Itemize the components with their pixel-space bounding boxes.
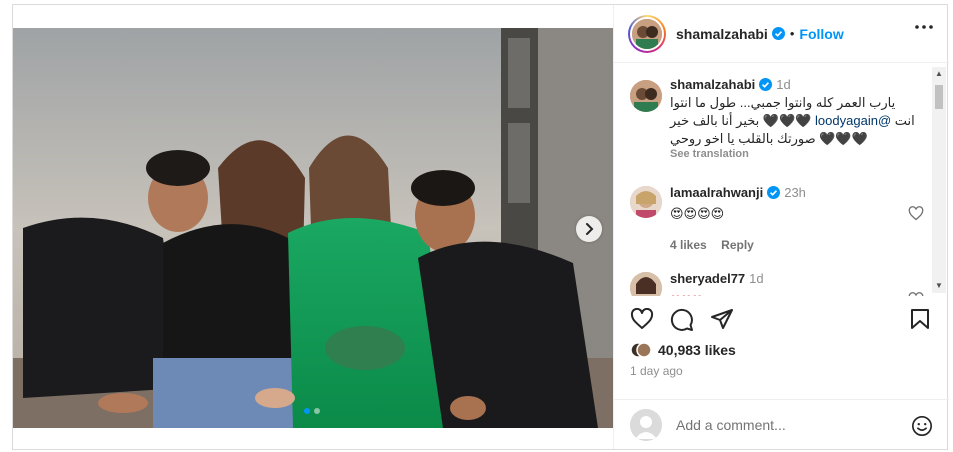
post-actions bbox=[614, 301, 949, 341]
see-translation-link[interactable]: See translation bbox=[670, 148, 920, 160]
heart-icon[interactable] bbox=[908, 206, 924, 221]
scrollbar-thumb[interactable] bbox=[935, 85, 943, 109]
emoji-icon[interactable] bbox=[911, 415, 933, 437]
chevron-right-icon bbox=[586, 223, 594, 235]
author-avatar-ring[interactable] bbox=[628, 14, 666, 53]
author-username[interactable]: shamalzahabi bbox=[676, 26, 768, 42]
caption-line-2-suffix: 🖤🖤🖤 بخير أنا بالف خير bbox=[670, 113, 816, 128]
scroll-down-icon[interactable]: ▼ bbox=[935, 282, 943, 290]
heart-icon[interactable] bbox=[630, 308, 654, 330]
caption-comment: shamalzahabi 1d يارب العمر كله وانتوا جمب… bbox=[630, 76, 930, 166]
post-side-panel: shamalzahabi • Follow shamalzahabi 1d يا… bbox=[613, 5, 949, 449]
comment-author[interactable]: sheryadel77 bbox=[670, 271, 745, 286]
heart-icon[interactable] bbox=[908, 292, 924, 296]
avatar[interactable] bbox=[630, 80, 662, 112]
comment-icon[interactable] bbox=[670, 308, 694, 332]
caption-line-2: انت @loodyagain 🖤🖤🖤 بخير أنا بالف خير bbox=[670, 112, 920, 130]
likes-count[interactable]: 40,983 likes bbox=[658, 342, 736, 358]
post-header: shamalzahabi • Follow bbox=[614, 5, 949, 63]
add-comment-bar bbox=[614, 399, 949, 449]
comment-item: lamaalrahwanji 23h 😍😍😍😍 4 likes Reply bbox=[630, 184, 930, 254]
follow-button[interactable]: Follow bbox=[799, 26, 843, 42]
caption-time[interactable]: 1d bbox=[776, 77, 790, 92]
post-date[interactable]: 1 day ago bbox=[630, 364, 683, 378]
scroll-up-icon[interactable]: ▲ bbox=[935, 70, 943, 78]
caption-body: shamalzahabi 1d يارب العمر كله وانتوا جمب… bbox=[670, 76, 920, 160]
caption-line-1: يارب العمر كله وانتوا جمبي... طول ما انت… bbox=[670, 95, 896, 110]
post-photo[interactable] bbox=[13, 28, 613, 428]
comment-likes[interactable]: 4 likes bbox=[670, 238, 707, 252]
comments-list[interactable]: shamalzahabi 1d يارب العمر كله وانتوا جمب… bbox=[614, 64, 949, 296]
avatar bbox=[630, 16, 664, 51]
carousel-dot bbox=[304, 408, 310, 414]
comment-text: 😍😍😍😍 bbox=[670, 206, 725, 221]
comment-input[interactable] bbox=[676, 416, 896, 433]
comment-time[interactable]: 23h bbox=[784, 185, 806, 200]
photo-illustration bbox=[13, 28, 613, 428]
separator: • bbox=[789, 26, 795, 41]
verified-icon bbox=[767, 186, 781, 199]
caption-line-2-prefix: انت bbox=[891, 113, 915, 128]
verified-icon bbox=[759, 78, 773, 91]
caption-author[interactable]: shamalzahabi bbox=[670, 77, 755, 92]
comment-author[interactable]: lamaalrahwanji bbox=[670, 185, 763, 200]
reply-button[interactable]: Reply bbox=[721, 238, 754, 252]
more-icon[interactable] bbox=[915, 25, 933, 29]
mention-link[interactable]: @loodyagain bbox=[815, 113, 891, 128]
avatar bbox=[630, 408, 662, 441]
likes-summary[interactable]: 40,983 likes bbox=[630, 339, 736, 361]
carousel-dot bbox=[314, 408, 320, 414]
comment-time[interactable]: 1d bbox=[749, 271, 763, 286]
comment-item: sheryadel77 1d ❤❤❤ bbox=[630, 270, 930, 296]
caption-line-3: 🖤🖤🖤 صورتك بالقلب يا اخو روحي bbox=[670, 131, 868, 146]
verified-icon bbox=[771, 27, 785, 40]
share-icon[interactable] bbox=[710, 308, 734, 330]
comment-body: lamaalrahwanji 23h 😍😍😍😍 4 likes Reply bbox=[670, 184, 920, 254]
avatar[interactable] bbox=[630, 186, 662, 218]
likers-avatars bbox=[630, 339, 652, 361]
carousel-next-button[interactable] bbox=[576, 216, 602, 242]
post-dialog: shamalzahabi • Follow shamalzahabi 1d يا… bbox=[12, 4, 949, 450]
comment-text: ❤❤❤ bbox=[670, 292, 920, 296]
avatar[interactable] bbox=[630, 272, 662, 296]
comments-scrollbar[interactable]: ▲ ▼ bbox=[932, 67, 946, 293]
carousel-indicator bbox=[304, 408, 320, 414]
bookmark-icon[interactable] bbox=[910, 308, 930, 330]
comment-body: sheryadel77 1d ❤❤❤ bbox=[670, 270, 920, 296]
